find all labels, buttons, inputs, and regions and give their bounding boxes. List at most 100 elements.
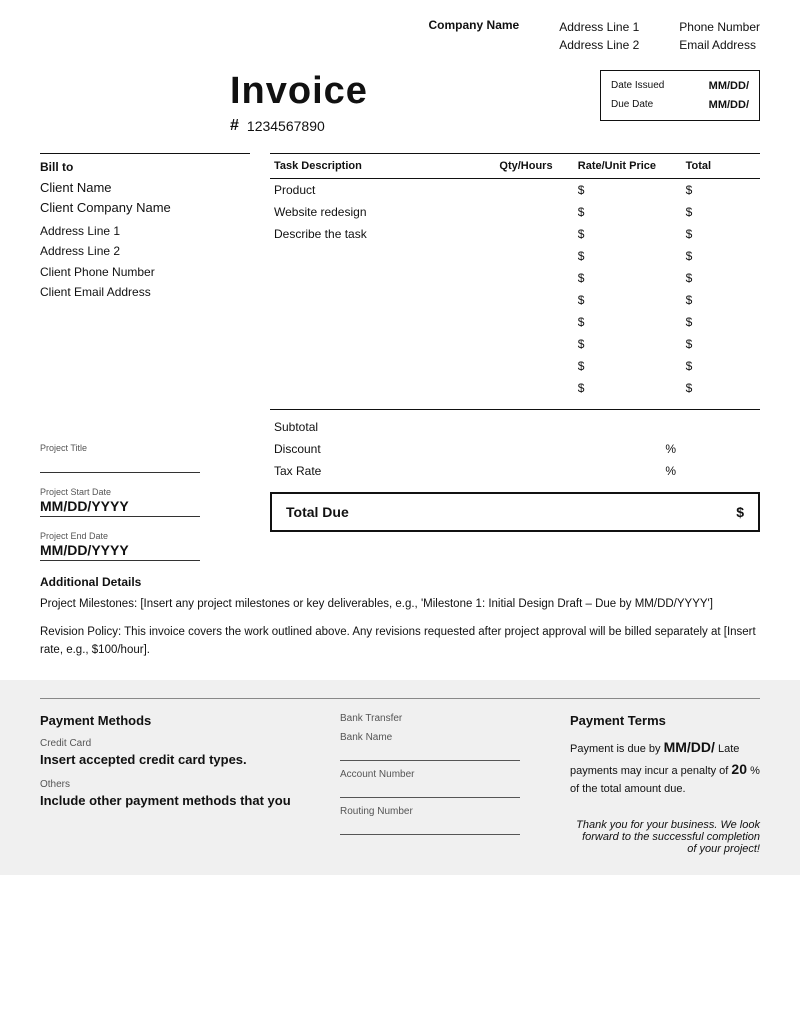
header-address: Address Line 1 Address Line 2 <box>559 18 639 54</box>
table-row: Describe the task$$ <box>270 223 760 245</box>
due-date-row: Due Date MM/DD/ <box>611 96 749 115</box>
terms-penalty-pct: 20 <box>731 761 747 777</box>
invoice-number-value: 1234567890 <box>247 118 325 134</box>
project-end-label: Project End Date <box>40 531 250 541</box>
row-qty <box>495 289 573 311</box>
account-number-field <box>340 780 520 798</box>
project-start-field: MM/DD/YYYY <box>40 497 200 517</box>
invoice-title: Invoice <box>230 70 368 113</box>
row-rate: $ <box>574 333 682 355</box>
row-rate: $ <box>574 201 682 223</box>
project-title-label: Project Title <box>40 443 250 453</box>
main-content: Bill to Client Name Client Company Name … <box>0 153 800 561</box>
row-total: $ <box>682 289 760 311</box>
row-description <box>270 267 495 289</box>
due-date-label: Due Date <box>611 96 653 115</box>
address-line1: Address Line 1 <box>559 18 639 36</box>
subtotal-row: Subtotal <box>270 416 760 438</box>
additional-label: Additional Details <box>40 575 760 589</box>
payment-terms-section: Payment Terms Payment is due by MM/DD/ L… <box>570 713 760 855</box>
bank-name-field <box>340 743 520 761</box>
account-number-label: Account Number <box>340 769 540 780</box>
row-qty <box>495 201 573 223</box>
row-description <box>270 355 495 377</box>
table-row: $$ <box>270 355 760 377</box>
footer-border <box>40 698 760 699</box>
table-row: Website redesign$$ <box>270 201 760 223</box>
table-row: $$ <box>270 245 760 267</box>
project-end-field: MM/DD/YYYY <box>40 541 200 561</box>
row-total: $ <box>682 333 760 355</box>
row-qty <box>495 377 573 399</box>
project-end-value: MM/DD/YYYY <box>40 542 129 560</box>
row-total: $ <box>682 201 760 223</box>
row-rate: $ <box>574 179 682 202</box>
table-row: $$ <box>270 267 760 289</box>
address-line2: Address Line 2 <box>559 36 639 54</box>
subtotal-value <box>676 420 756 434</box>
footer-columns: Payment Methods Credit Card Insert accep… <box>40 713 760 855</box>
total-due-box: Total Due $ <box>270 492 760 532</box>
client-info: Address Line 1 Address Line 2 Client Pho… <box>40 221 250 303</box>
invoice-page: Company Name Address Line 1 Address Line… <box>0 0 800 875</box>
payment-terms-text: Payment is due by MM/DD/ Late payments m… <box>570 736 760 799</box>
row-rate: $ <box>574 355 682 377</box>
col-rate: Rate/Unit Price <box>574 154 682 179</box>
tax-rate-value <box>676 464 756 478</box>
terms-due-date: MM/DD/ <box>664 739 715 755</box>
row-qty <box>495 223 573 245</box>
bank-name-label: Bank Name <box>340 732 540 743</box>
left-column: Bill to Client Name Client Company Name … <box>40 153 250 561</box>
row-rate: $ <box>574 289 682 311</box>
row-rate: $ <box>574 267 682 289</box>
row-qty <box>495 311 573 333</box>
table-row: $$ <box>270 377 760 399</box>
col-total: Total <box>682 154 760 179</box>
invoice-title-section: Invoice # 1234567890 Date Issued MM/DD/ … <box>0 60 800 153</box>
header: Company Name Address Line 1 Address Line… <box>0 0 800 60</box>
project-section: Project Title Project Start Date MM/DD/Y… <box>40 443 250 561</box>
row-description <box>270 377 495 399</box>
col-description: Task Description <box>270 154 495 179</box>
credit-card-label: Credit Card <box>40 738 310 749</box>
table-row: $$ <box>270 311 760 333</box>
others-value: Include other payment methods that you <box>40 792 310 810</box>
row-description <box>270 311 495 333</box>
discount-pct: % <box>616 442 676 456</box>
row-description: Describe the task <box>270 223 495 245</box>
discount-row: Discount % <box>270 438 760 460</box>
invoice-number: # 1234567890 <box>230 117 368 135</box>
thank-you-text: Thank you for your business. We look for… <box>570 819 760 855</box>
row-description <box>270 333 495 355</box>
invoice-heading: Invoice <box>230 70 368 113</box>
right-column: Task Description Qty/Hours Rate/Unit Pri… <box>270 153 760 561</box>
bill-to-label: Bill to <box>40 153 250 174</box>
invoice-title-left: Invoice # 1234567890 <box>230 70 368 135</box>
tax-rate-label: Tax Rate <box>274 464 616 478</box>
tax-rate-pct: % <box>616 464 676 478</box>
items-table: Task Description Qty/Hours Rate/Unit Pri… <box>270 153 760 399</box>
row-qty <box>495 179 573 202</box>
row-qty <box>495 267 573 289</box>
credit-card-method: Credit Card Insert accepted credit card … <box>40 738 310 769</box>
row-total: $ <box>682 267 760 289</box>
row-total: $ <box>682 179 760 202</box>
footer: Payment Methods Credit Card Insert accep… <box>0 680 800 875</box>
tax-rate-row: Tax Rate % <box>270 460 760 482</box>
others-method: Others Include other payment methods tha… <box>40 779 310 810</box>
payment-methods-label: Payment Methods <box>40 713 310 728</box>
discount-label: Discount <box>274 442 616 456</box>
table-header-row: Task Description Qty/Hours Rate/Unit Pri… <box>270 154 760 179</box>
total-due-value: $ <box>736 504 744 520</box>
date-issued-row: Date Issued MM/DD/ <box>611 77 749 96</box>
table-row: $$ <box>270 333 760 355</box>
row-rate: $ <box>574 377 682 399</box>
additional-section: Additional Details Project Milestones: [… <box>0 561 800 660</box>
table-row: Product$$ <box>270 179 760 202</box>
row-qty <box>495 245 573 267</box>
milestones-text: Project Milestones: [Insert any project … <box>40 595 760 613</box>
bank-transfer-section: Bank Transfer Bank Name Account Number R… <box>340 713 540 855</box>
row-total: $ <box>682 245 760 267</box>
payment-terms-label: Payment Terms <box>570 713 760 728</box>
row-qty <box>495 333 573 355</box>
